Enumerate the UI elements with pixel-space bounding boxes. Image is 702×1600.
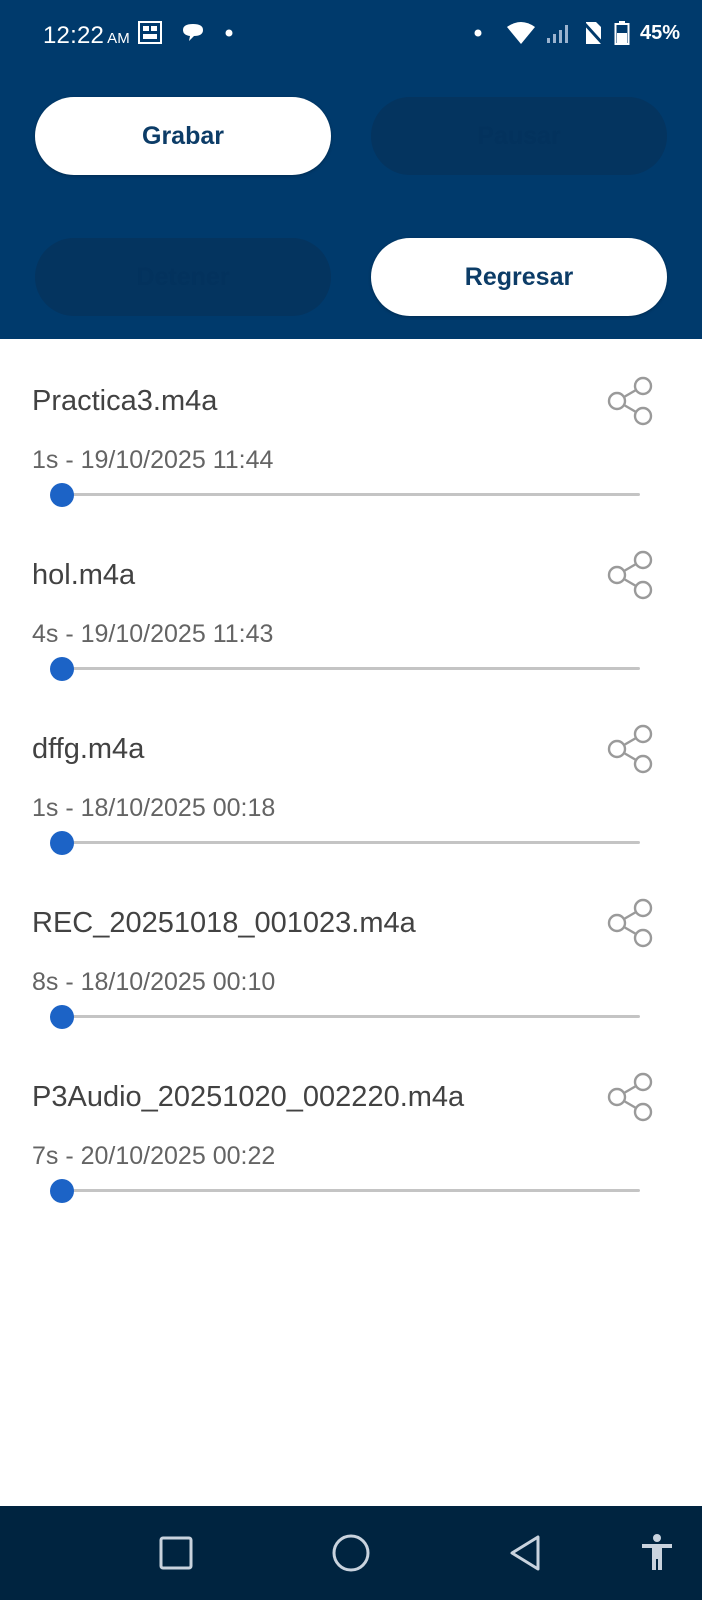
playback-slider-track[interactable] (62, 841, 640, 844)
playback-slider-track[interactable] (62, 493, 640, 496)
no-sim-icon (582, 21, 604, 46)
battery-percentage: 45% (639, 21, 680, 44)
back-triangle-icon[interactable] (505, 1532, 547, 1574)
recording-meta: 1s - 19/10/2025 11:44 (32, 446, 274, 474)
gallery-icon (138, 21, 162, 44)
battery-icon (614, 21, 630, 45)
accessibility-icon[interactable] (636, 1532, 678, 1574)
playback-slider-thumb[interactable] (50, 1179, 74, 1203)
status-bar: 12:22 AM 45% (0, 0, 702, 72)
signal-icon (546, 25, 568, 43)
notification-icons (138, 20, 236, 46)
dot-icon (225, 29, 233, 37)
playback-slider-track[interactable] (62, 1189, 640, 1192)
recordings-list: Practica3.m4a 1s - 19/10/2025 11:44 hol.… (0, 339, 702, 1209)
recording-meta: 4s - 19/10/2025 11:43 (32, 620, 274, 648)
recording-name: hol.m4a (32, 559, 136, 591)
recording-name: P3Audio_20251020_002220.m4a (32, 1081, 465, 1113)
recording-item: hol.m4a 4s - 19/10/2025 11:43 (0, 513, 702, 687)
system-indicators: 45% (472, 20, 680, 46)
wifi-icon (506, 22, 535, 44)
pause-button[interactable]: Pausar (371, 97, 667, 175)
share-icon[interactable] (606, 549, 658, 601)
system-nav-bar (0, 1506, 702, 1600)
playback-slider-thumb[interactable] (50, 1005, 74, 1029)
app-header: 12:22 AM 45% Grabar Pausar Detener Regre… (0, 0, 702, 339)
recording-meta: 1s - 18/10/2025 00:18 (32, 794, 276, 822)
playback-slider-track[interactable] (62, 1015, 640, 1018)
recording-meta: 7s - 20/10/2025 00:22 (32, 1142, 276, 1170)
chat-bubble-icon (183, 24, 203, 41)
share-icon[interactable] (606, 1071, 658, 1123)
recents-square-icon[interactable] (155, 1532, 197, 1574)
record-button[interactable]: Grabar (35, 97, 331, 175)
clock-ampm: AM (107, 30, 130, 47)
recording-item: dffg.m4a 1s - 18/10/2025 00:18 (0, 687, 702, 861)
status-time: 12:22 AM (43, 22, 130, 50)
playback-slider-thumb[interactable] (50, 657, 74, 681)
back-button[interactable]: Regresar (371, 238, 667, 316)
recording-name: dffg.m4a (32, 733, 145, 765)
playback-slider-thumb[interactable] (50, 831, 74, 855)
share-icon[interactable] (606, 375, 658, 427)
recording-item: P3Audio_20251020_002220.m4a 7s - 20/10/2… (0, 1035, 702, 1209)
recording-name: Practica3.m4a (32, 385, 218, 417)
recording-item: Practica3.m4a 1s - 19/10/2025 11:44 (0, 339, 702, 513)
clock-time: 12:22 (43, 22, 105, 49)
share-icon[interactable] (606, 897, 658, 949)
recording-item: REC_20251018_001023.m4a 8s - 18/10/2025 … (0, 861, 702, 1035)
playback-slider-track[interactable] (62, 667, 640, 670)
home-circle-icon[interactable] (330, 1532, 372, 1574)
recording-name: REC_20251018_001023.m4a (32, 907, 416, 939)
recording-meta: 8s - 18/10/2025 00:10 (32, 968, 276, 996)
playback-slider-thumb[interactable] (50, 483, 74, 507)
share-icon[interactable] (606, 723, 658, 775)
dot-icon (474, 29, 482, 37)
stop-button[interactable]: Detener (35, 238, 331, 316)
